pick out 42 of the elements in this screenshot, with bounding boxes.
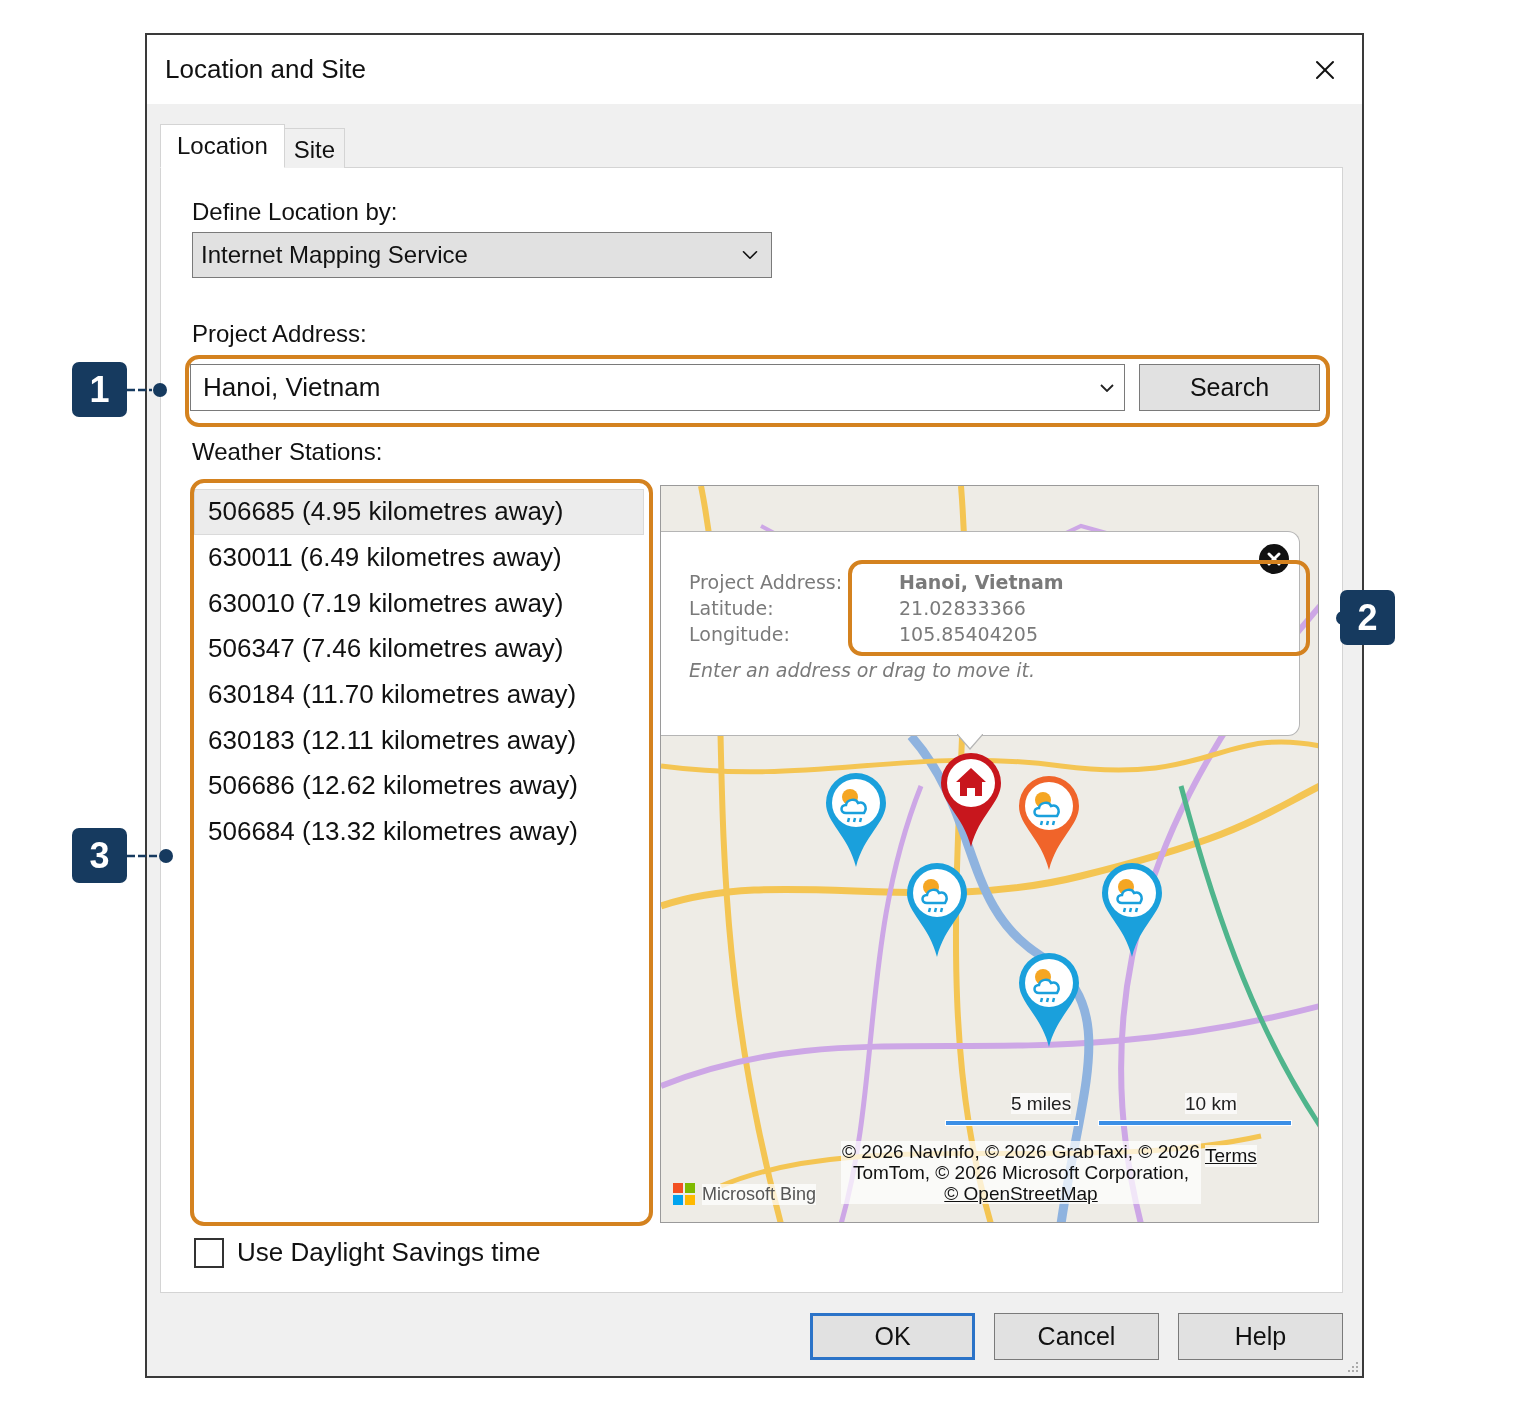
windows-logo-icon (673, 1183, 695, 1205)
popup-label: Latitude: (689, 596, 775, 620)
station-item[interactable]: 630183 (12.11 kilometres away) (194, 717, 644, 764)
leader-line (127, 382, 167, 397)
station-item[interactable]: 630010 (7.19 kilometres away) (194, 580, 644, 627)
tab[interactable]: Location (160, 124, 285, 168)
dialog-button[interactable]: Cancel (994, 1313, 1159, 1360)
dialog-button[interactable]: OK (810, 1313, 975, 1360)
station-item[interactable]: 630184 (11.70 kilometres away) (194, 671, 644, 718)
popup-value: 105.85404205 (899, 622, 1039, 646)
search-button[interactable]: Search (1139, 364, 1320, 411)
popup-value: 21.02833366 (899, 596, 1027, 620)
field-label: Weather Stations: (192, 438, 384, 466)
leader-line (1336, 610, 1340, 625)
map-provider-label: Microsoft Bing (702, 1183, 817, 1205)
address-combo-field[interactable]: Hanoi, Vietnam (190, 364, 1125, 411)
terms-link[interactable]: Terms (1205, 1145, 1257, 1167)
callout-badge: 1 (72, 362, 127, 417)
leader-line (127, 848, 173, 863)
station-item[interactable]: 506684 (13.32 kilometres away) (194, 808, 644, 855)
station-item[interactable]: 506347 (7.46 kilometres away) (194, 626, 644, 672)
window-title: Location and Site (165, 54, 366, 85)
field-label: Define Location by: (192, 198, 399, 226)
attribution-link[interactable]: © OpenStreetMap (944, 1183, 1098, 1204)
tab[interactable]: Site (284, 128, 346, 168)
callout-badge: 3 (72, 828, 127, 883)
scale-label: 5 miles (1011, 1093, 1072, 1114)
station-item[interactable]: 506686 (12.62 kilometres away) (194, 763, 644, 809)
field-label: Project Address: (192, 320, 368, 348)
popup-hint: Enter an address or drag to move it. (689, 659, 1036, 681)
popup-label: Longitude: (689, 622, 791, 646)
callout-badge: 2 (1340, 590, 1395, 645)
dialog-button[interactable]: Help (1178, 1313, 1343, 1360)
checkbox[interactable] (194, 1237, 224, 1268)
checkbox-label: Use Daylight Savings time (237, 1237, 541, 1268)
location-method-dropdown[interactable]: Internet Mapping Service (192, 232, 772, 278)
popup-label: Project Address: (689, 570, 844, 594)
popup-value: Hanoi, Vietnam (899, 570, 1065, 594)
station-item[interactable]: 506685 (4.95 kilometres away) (194, 489, 644, 535)
chevron-down-icon (1100, 383, 1114, 392)
scale-label: 10 km (1185, 1093, 1237, 1114)
map-attribution: © 2026 NavInfo, © 2026 GrabTaxi, © 2026 TomTom, © 2026 Microsoft Corporation, © OpenStreetMap (841, 1141, 1201, 1204)
